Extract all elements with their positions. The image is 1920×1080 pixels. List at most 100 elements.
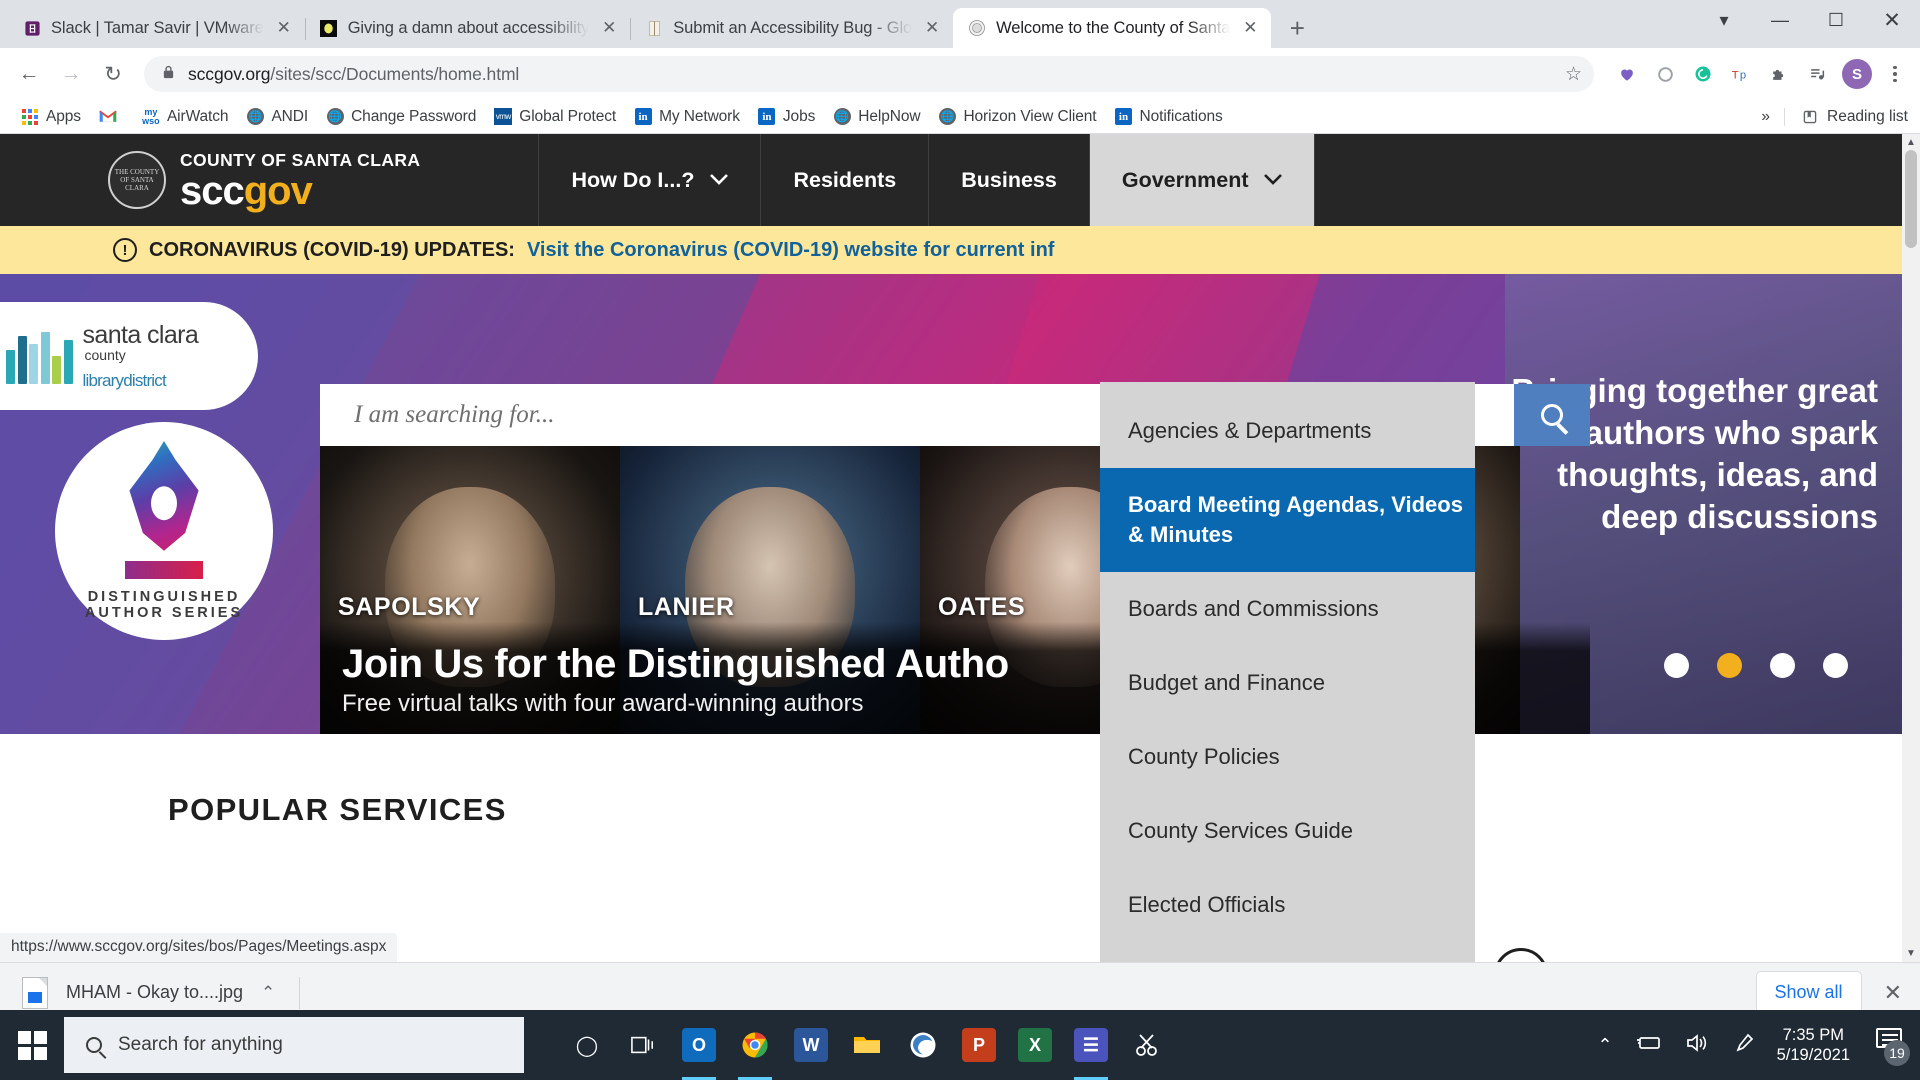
profile-avatar[interactable]: S	[1842, 59, 1872, 89]
bookmark-change-password[interactable]: 🌐 Change Password	[319, 105, 485, 129]
tray-chevron-up-icon[interactable]: ⌃	[1598, 1035, 1613, 1056]
bookmark-andi[interactable]: 🌐 ANDI	[239, 105, 317, 129]
download-item[interactable]: MHAM - Okay to....jpg ⌃	[22, 976, 301, 1009]
back-icon[interactable]: ←	[10, 55, 48, 93]
browser-tab[interactable]: Slack | Tamar Savir | VMware ✕	[8, 8, 305, 48]
close-icon[interactable]: ✕	[598, 17, 620, 39]
scroll-up-icon[interactable]: ▲	[1906, 134, 1916, 151]
bookmark-helpnow[interactable]: 🌐 HelpNow	[826, 105, 929, 129]
tp-icon[interactable]: Tp	[1724, 57, 1758, 91]
bookmark-label: Global Protect	[519, 107, 617, 125]
dropdown-item-board-meeting-agendas[interactable]: Board Meeting Agendas, Videos & Minutes	[1100, 468, 1475, 572]
bookmark-apps[interactable]: Apps	[14, 105, 90, 129]
chevron-up-icon[interactable]: ⌃	[261, 983, 275, 1003]
heart-icon[interactable]	[1610, 57, 1644, 91]
chrome-icon[interactable]	[730, 1010, 780, 1080]
carousel-dot[interactable]	[1770, 653, 1795, 678]
reading-list-button[interactable]: Reading list	[1784, 107, 1908, 126]
grammarly-icon[interactable]	[1686, 57, 1720, 91]
task-view-icon[interactable]	[618, 1010, 668, 1080]
wordmark-gov: gov	[243, 168, 313, 213]
scrollbar-thumb[interactable]	[1905, 150, 1917, 248]
maximize-button[interactable]: ☐	[1808, 0, 1864, 40]
bookmark-jobs[interactable]: in Jobs	[751, 105, 824, 129]
globe-icon: 🌐	[246, 108, 264, 126]
clock-date: 5/19/2021	[1776, 1046, 1850, 1064]
dropdown-item-elected-officials[interactable]: Elected Officials	[1100, 868, 1475, 942]
cortana-icon[interactable]: ◯	[562, 1010, 612, 1080]
carousel-dot[interactable]	[1823, 653, 1848, 678]
notification-center-button[interactable]: 19	[1872, 1028, 1910, 1066]
bookmark-horizon-view-client[interactable]: 🌐 Horizon View Client	[931, 105, 1105, 129]
carousel-dot-active[interactable]	[1717, 653, 1742, 678]
chevron-down-icon[interactable]: ▾	[1696, 0, 1752, 40]
das-line1: DISTINGUISHED	[87, 589, 241, 605]
edge-icon[interactable]	[898, 1010, 948, 1080]
bookmarks-overflow-icon[interactable]: »	[1761, 108, 1770, 126]
start-button[interactable]	[0, 1010, 64, 1080]
notification-count: 19	[1884, 1040, 1910, 1066]
window-controls: ▾ — ☐ ✕	[1696, 0, 1920, 40]
nav-item-business[interactable]: Business	[929, 134, 1090, 226]
snip-icon[interactable]	[1122, 1010, 1172, 1080]
dropdown-item-budget-finance[interactable]: Budget and Finance	[1100, 646, 1475, 720]
taskbar-clock[interactable]: 7:35 PM 5/19/2021	[1777, 1025, 1850, 1065]
nav-item-how-do-i[interactable]: How Do I...?	[538, 134, 762, 226]
browser-window: Slack | Tamar Savir | VMware ✕ Giving a …	[0, 0, 1920, 1022]
close-icon[interactable]: ✕	[1884, 980, 1902, 1006]
covid-alert-bar: ! CORONAVIRUS (COVID-19) UPDATES: Visit …	[0, 226, 1920, 274]
bookmark-star-icon[interactable]: ☆	[1565, 63, 1582, 86]
reload-icon[interactable]: ↻	[94, 55, 132, 93]
dropdown-item-agencies-departments[interactable]: Agencies & Departments	[1100, 394, 1475, 468]
page-scrollbar[interactable]: ▲ ▼	[1902, 134, 1920, 962]
carousel-dot[interactable]	[1664, 653, 1689, 678]
site-logo[interactable]: THE COUNTY OF SANTA CLARA COUNTY OF SANT…	[0, 150, 420, 211]
chevron-down-icon	[710, 172, 729, 188]
browser-tab[interactable]: Giving a damn about accessibility ✕	[304, 8, 631, 48]
word-icon[interactable]: W	[786, 1010, 836, 1080]
dropdown-item-county-services-guide[interactable]: County Services Guide	[1100, 794, 1475, 868]
battery-charging-icon[interactable]	[1635, 1034, 1663, 1057]
scroll-down-icon[interactable]: ▼	[1906, 945, 1916, 962]
minimize-button[interactable]: —	[1752, 0, 1808, 40]
search-button[interactable]	[1514, 384, 1590, 446]
show-all-downloads-button[interactable]: Show all	[1755, 971, 1862, 1014]
file-explorer-icon[interactable]	[842, 1010, 892, 1080]
author-name: OATES	[938, 593, 1026, 621]
outlook-icon[interactable]: O	[674, 1010, 724, 1080]
close-window-button[interactable]: ✕	[1864, 0, 1920, 40]
carousel-next-button[interactable]: ›	[1834, 729, 1858, 734]
browser-tab-active[interactable]: Welcome to the County of Santa ✕	[953, 8, 1272, 48]
browser-tab[interactable]: Submit an Accessibility Bug - Glo ✕	[630, 8, 953, 48]
bookmark-my-network[interactable]: in My Network	[627, 105, 749, 129]
gmail-icon	[99, 108, 117, 126]
bookmark-global-protect[interactable]: vmw Global Protect	[487, 105, 625, 129]
nav-item-residents[interactable]: Residents	[761, 134, 930, 226]
dropdown-item-county-policies[interactable]: County Policies	[1100, 720, 1475, 794]
forward-icon[interactable]: →	[52, 55, 90, 93]
kebab-menu-icon[interactable]	[1880, 65, 1910, 83]
dropdown-item-boards-commissions[interactable]: Boards and Commissions	[1100, 572, 1475, 646]
nav-item-government[interactable]: Government	[1089, 134, 1316, 226]
close-icon[interactable]: ✕	[1239, 17, 1261, 39]
library-line2: county	[84, 346, 126, 363]
teams-icon[interactable]: ☰	[1066, 1010, 1116, 1080]
extension-icons: Tp	[1606, 57, 1834, 91]
taskbar-search-box[interactable]: Search for anything	[64, 1017, 524, 1073]
alert-link[interactable]: Visit the Coronavirus (COVID-19) website…	[527, 239, 1055, 262]
new-tab-button[interactable]: +	[1279, 10, 1315, 46]
bookmark-airwatch[interactable]: my wso AirWatch	[135, 105, 238, 129]
close-icon[interactable]: ✕	[273, 17, 295, 39]
close-icon[interactable]: ✕	[921, 17, 943, 39]
powerpoint-icon[interactable]: P	[954, 1010, 1004, 1080]
excel-icon[interactable]: X	[1010, 1010, 1060, 1080]
bookmark-gmail[interactable]	[92, 105, 133, 129]
circle-icon[interactable]	[1648, 57, 1682, 91]
nav-label: Government	[1121, 167, 1249, 192]
music-icon[interactable]	[1800, 57, 1834, 91]
bookmark-notifications[interactable]: in Notifications	[1108, 105, 1232, 129]
address-bar[interactable]: sccgov.org/sites/scc/Documents/home.html…	[144, 56, 1594, 92]
pen-icon[interactable]	[1733, 1032, 1755, 1059]
volume-icon[interactable]	[1685, 1033, 1711, 1058]
puzzle-icon[interactable]	[1762, 57, 1796, 91]
